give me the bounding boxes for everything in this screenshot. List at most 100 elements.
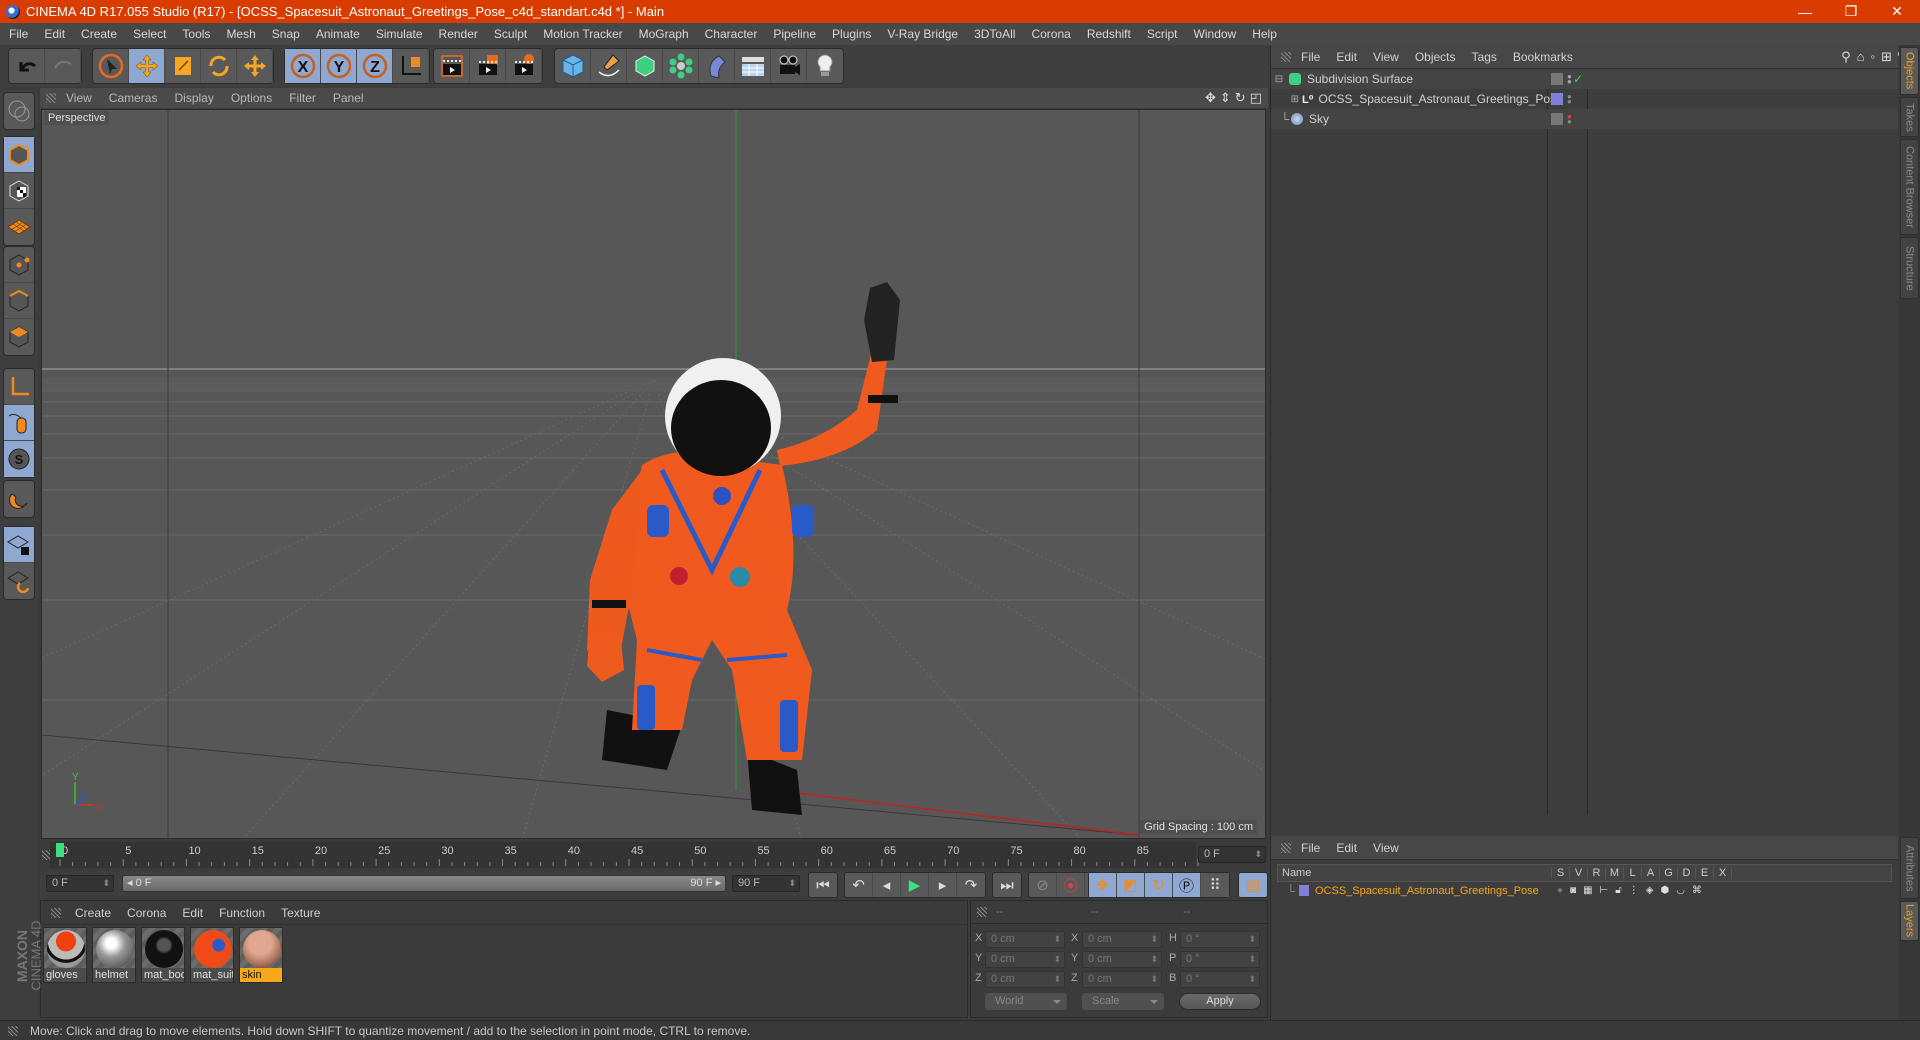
render-view-icon[interactable] xyxy=(434,49,470,83)
floor-icon[interactable] xyxy=(735,49,771,83)
visibility-dots-icon[interactable]: ● ● xyxy=(1567,113,1572,126)
start-frame-field[interactable]: 0 F xyxy=(46,875,114,892)
make-editable-icon[interactable] xyxy=(4,93,34,129)
tab-attributes[interactable]: Attributes xyxy=(1900,837,1919,899)
column-animation[interactable]: A xyxy=(1642,867,1660,879)
workplane-lock-icon[interactable] xyxy=(4,527,34,563)
lock-toggle-icon[interactable]: 🔓︎ xyxy=(1615,885,1621,896)
animation-toggle-icon[interactable]: ⋮ xyxy=(1629,885,1639,896)
points-mode-icon[interactable] xyxy=(4,247,34,283)
next-key-icon[interactable]: ↷ xyxy=(957,873,985,897)
tab-takes[interactable]: Takes xyxy=(1900,97,1919,137)
materials-menu-edit[interactable]: Edit xyxy=(182,906,203,920)
y-axis-lock-icon[interactable]: Y xyxy=(321,49,357,83)
material-mat-suit[interactable]: mat_suit xyxy=(190,927,234,983)
layer-color-swatch[interactable] xyxy=(1551,93,1563,105)
position-z-field[interactable]: 0 cm xyxy=(985,971,1065,988)
rotate-icon[interactable] xyxy=(201,49,237,83)
visibility-dots-icon[interactable]: ● ● xyxy=(1567,93,1572,106)
size-z-field[interactable]: 0 cm xyxy=(1082,971,1162,988)
rotation-p-field[interactable]: 0 ° xyxy=(1180,951,1260,968)
record-disabled-icon[interactable]: ⊘ xyxy=(1029,873,1057,897)
timeline-ruler[interactable]: 051015202530354045505560657075808590 0 F xyxy=(40,840,1268,870)
playhead[interactable] xyxy=(56,843,64,857)
menu-vray-bridge[interactable]: V-Ray Bridge xyxy=(887,27,958,41)
objects-menu-edit[interactable]: Edit xyxy=(1336,50,1357,64)
viewport-menu-filter[interactable]: Filter xyxy=(289,91,316,105)
workplane-mode-icon[interactable] xyxy=(4,209,34,245)
previous-frame-icon[interactable]: ◂ xyxy=(873,873,901,897)
menu-plugins[interactable]: Plugins xyxy=(832,27,871,41)
enabled-check-icon[interactable]: ✓ xyxy=(1573,72,1583,86)
live-selection-icon[interactable] xyxy=(93,49,129,83)
objects-menu-bookmarks[interactable]: Bookmarks xyxy=(1513,50,1573,64)
menu-select[interactable]: Select xyxy=(133,27,166,41)
column-render[interactable]: R xyxy=(1588,867,1606,879)
menu-sculpt[interactable]: Sculpt xyxy=(494,27,527,41)
workplane-align-icon[interactable] xyxy=(4,563,34,599)
search-icon[interactable]: ⚲ xyxy=(1841,49,1851,65)
layer-color-swatch[interactable] xyxy=(1299,885,1309,896)
scale-icon[interactable] xyxy=(165,49,201,83)
manager-toggle-icon[interactable]: ⊢ xyxy=(1600,885,1609,896)
frame-range-slider[interactable]: ◂ 0 F 90 F ▸ xyxy=(122,875,726,892)
menu-tools[interactable]: Tools xyxy=(182,27,210,41)
rotation-h-field[interactable]: 0 ° xyxy=(1180,931,1260,948)
viewport-menu-view[interactable]: View xyxy=(66,91,92,105)
menu-simulate[interactable]: Simulate xyxy=(376,27,423,41)
timeline-icon[interactable]: ▤ xyxy=(1239,873,1267,897)
tab-layers[interactable]: Layers xyxy=(1900,901,1919,941)
view-icon[interactable]: ◦ xyxy=(1870,49,1875,65)
light-icon[interactable] xyxy=(807,49,843,83)
timeline-scale[interactable]: 051015202530354045505560657075808590 xyxy=(50,840,1240,870)
close-button[interactable]: ✕ xyxy=(1874,0,1920,23)
menu-mograph[interactable]: MoGraph xyxy=(639,27,689,41)
expression-toggle-icon[interactable]: ◡ xyxy=(1676,885,1685,896)
polygons-mode-icon[interactable] xyxy=(4,319,34,355)
column-visible[interactable]: V xyxy=(1570,867,1588,879)
visibility-dots-icon[interactable]: ● ● xyxy=(1567,73,1572,86)
menu-script[interactable]: Script xyxy=(1147,27,1178,41)
menu-edit[interactable]: Edit xyxy=(44,27,65,41)
pan-icon[interactable]: ✥ xyxy=(1205,90,1216,106)
material-skin[interactable]: skin xyxy=(239,927,283,983)
column-generators[interactable]: G xyxy=(1660,867,1678,879)
column-expressions[interactable]: E xyxy=(1696,867,1714,879)
perspective-viewport[interactable]: Y Z X Perspective Grid Spacing : 100 cm xyxy=(41,109,1266,839)
coordinates-grip-icon[interactable] xyxy=(977,907,987,917)
objects-grip-icon[interactable] xyxy=(1281,51,1291,62)
collapse-toggle-icon[interactable]: ⊟ xyxy=(1271,74,1287,85)
size-x-field[interactable]: 0 cm xyxy=(1082,931,1162,948)
redo-icon[interactable] xyxy=(45,49,81,83)
restore-button[interactable]: ❐ xyxy=(1828,0,1874,23)
undo-icon[interactable] xyxy=(9,49,45,83)
deformer-toggle-icon[interactable]: ⬢ xyxy=(1660,885,1669,896)
move-icon[interactable] xyxy=(129,49,165,83)
model-mode-icon[interactable] xyxy=(4,137,34,173)
position-y-field[interactable]: 0 cm xyxy=(985,951,1065,968)
viewport-grip-icon[interactable] xyxy=(46,93,56,103)
layer-name[interactable]: OCSS_Spacesuit_Astronaut_Greetings_Pose xyxy=(1315,885,1539,897)
axis-mode-icon[interactable] xyxy=(4,369,34,405)
current-frame-field[interactable]: 0 F xyxy=(1198,846,1266,863)
deformer-icon[interactable] xyxy=(699,49,735,83)
dolly-icon[interactable]: ⇕ xyxy=(1220,90,1231,106)
layers-grip-icon[interactable] xyxy=(1281,842,1291,853)
object-row-subdivision-surface[interactable]: ⊟ Subdivision Surface ● ● ✓ xyxy=(1271,69,1898,89)
autokey-icon[interactable]: ⦿ xyxy=(1057,873,1085,897)
home-icon[interactable]: ⌂ xyxy=(1857,49,1865,65)
maximize-view-icon[interactable]: ◰ xyxy=(1250,90,1262,106)
apply-button[interactable]: Apply xyxy=(1179,993,1261,1010)
column-xrefs[interactable]: X xyxy=(1714,867,1732,879)
menu-help[interactable]: Help xyxy=(1252,27,1277,41)
editor-render-toggle-icon[interactable] xyxy=(1551,113,1563,125)
menu-character[interactable]: Character xyxy=(705,27,758,41)
tab-structure[interactable]: Structure xyxy=(1900,237,1919,299)
coordinate-mode-dropdown[interactable]: World xyxy=(985,993,1067,1010)
column-solo[interactable]: S xyxy=(1552,867,1570,879)
subdivision-icon[interactable] xyxy=(627,49,663,83)
editor-render-toggle-icon[interactable] xyxy=(1551,73,1563,85)
next-frame-icon[interactable]: ▸ xyxy=(929,873,957,897)
object-row-sky[interactable]: └ Sky ● ● xyxy=(1271,109,1898,129)
scale-key-icon[interactable]: ◩ xyxy=(1117,873,1145,897)
